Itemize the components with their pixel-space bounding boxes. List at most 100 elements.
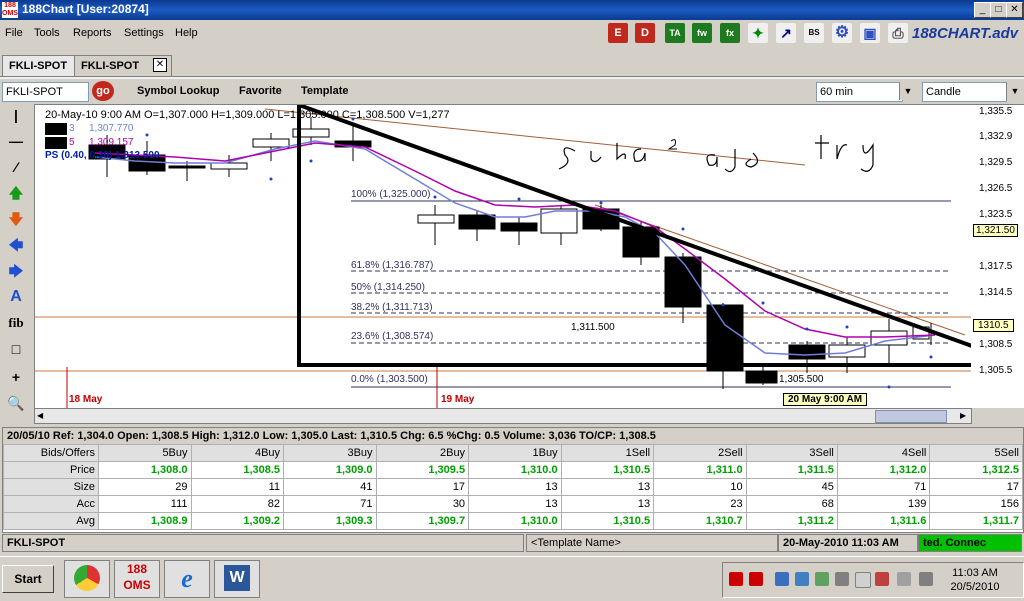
avg-cell: 1,310.5 bbox=[560, 512, 655, 530]
tray-app-icon[interactable] bbox=[815, 572, 829, 586]
quote-summary: 20/05/10 Ref: 1,304.0 Open: 1,308.5 High… bbox=[3, 428, 1023, 444]
column-header: 3Sell bbox=[745, 444, 838, 462]
trendline-icon[interactable]: ∕ bbox=[4, 156, 28, 178]
column-header: 1Sell bbox=[560, 444, 655, 462]
horizontal-line-icon[interactable]: — bbox=[4, 130, 28, 152]
scroll-thumb[interactable] bbox=[875, 410, 947, 423]
crosshair-icon[interactable]: + bbox=[4, 366, 28, 388]
menu-reports[interactable]: Reports bbox=[73, 27, 112, 39]
fib-label-23: 23.6% (1,308.574) bbox=[351, 331, 434, 342]
window-title: 188Chart [User:20874] bbox=[22, 2, 149, 16]
tray-app-icon[interactable] bbox=[729, 572, 743, 586]
ta-icon[interactable]: TA bbox=[665, 23, 685, 43]
zoom-icon[interactable]: 🔍 bbox=[4, 392, 28, 414]
menu-tools[interactable]: Tools bbox=[34, 27, 60, 39]
tray-app-icon[interactable] bbox=[795, 572, 809, 586]
scroll-left-icon[interactable]: ◀ bbox=[37, 411, 43, 420]
restore-button[interactable]: □ bbox=[990, 2, 1007, 18]
template-button[interactable]: Template bbox=[301, 85, 348, 97]
tab-label: FKLI-SPOT bbox=[81, 60, 140, 72]
word-app-button[interactable]: W bbox=[214, 560, 260, 598]
menu-settings[interactable]: Settings bbox=[124, 27, 164, 39]
close-button[interactable]: ✕ bbox=[1006, 2, 1023, 18]
volume-icon[interactable] bbox=[919, 572, 933, 586]
chevron-down-icon[interactable]: ▼ bbox=[1006, 82, 1023, 100]
chart-type-select[interactable]: Candle bbox=[922, 82, 1007, 102]
save-icon[interactable]: ▣ bbox=[860, 23, 880, 43]
row-label: Price bbox=[3, 461, 99, 479]
candlesticks bbox=[88, 117, 932, 389]
size-cell: 17 bbox=[375, 478, 470, 496]
fib-label-61: 61.8% (1,316.787) bbox=[351, 260, 434, 271]
flag-icon[interactable] bbox=[855, 572, 871, 588]
trend-icon[interactable]: ↗ bbox=[776, 23, 796, 43]
y-tick: 1,326.5 bbox=[979, 183, 1013, 194]
last-price-marker: 1,321.50 bbox=[973, 224, 1018, 237]
avg-cell: 1,311.7 bbox=[929, 512, 1023, 530]
acc-cell: 13 bbox=[468, 495, 562, 513]
ie-app-button[interactable]: e bbox=[164, 560, 210, 598]
price-cell: 1,311.5 bbox=[745, 461, 838, 479]
market-depth-panel: 20/05/10 Ref: 1,304.0 Open: 1,308.5 High… bbox=[2, 427, 1024, 533]
oms-app-button[interactable]: 188 OMS bbox=[114, 560, 160, 598]
left-arrow-icon[interactable]: 🡄 bbox=[4, 234, 28, 256]
price-cell: 1,308.0 bbox=[98, 461, 192, 479]
table-row: Size 29 11 41 17 13 13 10 45 71 17 bbox=[3, 478, 1023, 496]
fx-icon[interactable]: fx bbox=[720, 23, 740, 43]
price-chart[interactable]: 20-May-10 9:00 AM O=1,307.000 H=1,309.00… bbox=[34, 104, 972, 409]
chart-type-value: Candle bbox=[926, 86, 961, 98]
acc-cell: 23 bbox=[653, 495, 747, 513]
chevron-down-icon[interactable]: ▼ bbox=[899, 82, 916, 100]
menu-file[interactable]: File bbox=[5, 27, 23, 39]
size-cell: 13 bbox=[468, 478, 562, 496]
start-button[interactable]: Start bbox=[2, 565, 54, 593]
vertical-line-icon[interactable]: | bbox=[4, 104, 28, 126]
d-icon[interactable]: D bbox=[635, 23, 655, 43]
handwriting-stroke bbox=[815, 135, 874, 172]
up-arrow-icon[interactable]: 🡅 bbox=[4, 182, 28, 204]
down-arrow-icon[interactable]: 🡇 bbox=[4, 208, 28, 230]
price-cell: 1,309.0 bbox=[283, 461, 377, 479]
signal-icon[interactable] bbox=[897, 572, 911, 586]
fib-label-38: 38.2% (1,311.713) bbox=[351, 302, 433, 313]
symbol-input[interactable]: FKLI-SPOT bbox=[2, 82, 89, 102]
tab-fkli-spot-1[interactable]: FKLI-SPOT bbox=[2, 55, 78, 76]
price-cell: 1,309.5 bbox=[375, 461, 470, 479]
scatter-icon[interactable]: ✦ bbox=[748, 23, 768, 43]
avg-cell: 1,309.3 bbox=[283, 512, 377, 530]
acc-cell: 111 bbox=[98, 495, 192, 513]
e-icon[interactable]: E bbox=[608, 23, 628, 43]
column-header: 5Sell bbox=[929, 444, 1023, 462]
ma3-label: 3 bbox=[69, 123, 75, 134]
right-arrow-icon[interactable]: 🡆 bbox=[4, 260, 28, 282]
gear-icon[interactable]: ⚙ bbox=[832, 23, 852, 43]
minimize-button[interactable]: _ bbox=[974, 2, 991, 18]
market-depth-table: Bids/Offers 5Buy 4Buy 3Buy 2Buy 1Buy 1Se… bbox=[3, 444, 1023, 530]
ie-icon: e bbox=[181, 564, 193, 593]
bs-icon[interactable]: BS bbox=[804, 23, 824, 43]
print-icon[interactable]: ⎙ bbox=[888, 23, 908, 43]
favorite-button[interactable]: Favorite bbox=[239, 85, 282, 97]
chrome-app-button[interactable] bbox=[64, 560, 110, 598]
fibonacci-icon[interactable]: fib bbox=[4, 312, 28, 334]
interval-select[interactable]: 60 min bbox=[816, 82, 903, 102]
high-annotation: 1,311.500 bbox=[571, 322, 615, 333]
tray-app-icon[interactable] bbox=[775, 572, 789, 586]
fib-label-0: 0.0% (1,303.500) bbox=[351, 374, 428, 385]
y-tick: 1,335.5 bbox=[979, 106, 1013, 117]
horizontal-scrollbar[interactable]: ◀ ▶ bbox=[34, 408, 972, 424]
close-tab-icon[interactable]: ✕ bbox=[153, 58, 167, 72]
scroll-right-icon[interactable]: ▶ bbox=[960, 411, 966, 420]
select-box-icon[interactable]: □ bbox=[4, 338, 28, 360]
fw-icon[interactable]: fw bbox=[692, 23, 712, 43]
symbol-lookup-button[interactable]: Symbol Lookup bbox=[137, 85, 220, 97]
tray-app-icon[interactable] bbox=[749, 572, 763, 586]
cross-price-marker: 1310.5 bbox=[973, 319, 1014, 332]
go-button[interactable]: go bbox=[92, 81, 114, 101]
text-icon[interactable]: A bbox=[4, 286, 28, 308]
menu-help[interactable]: Help bbox=[175, 27, 198, 39]
tray-app-icon[interactable] bbox=[875, 572, 889, 586]
network-icon[interactable] bbox=[835, 572, 849, 586]
price-cell: 1,308.5 bbox=[190, 461, 285, 479]
fib-label-50: 50% (1,314.250) bbox=[351, 282, 425, 293]
